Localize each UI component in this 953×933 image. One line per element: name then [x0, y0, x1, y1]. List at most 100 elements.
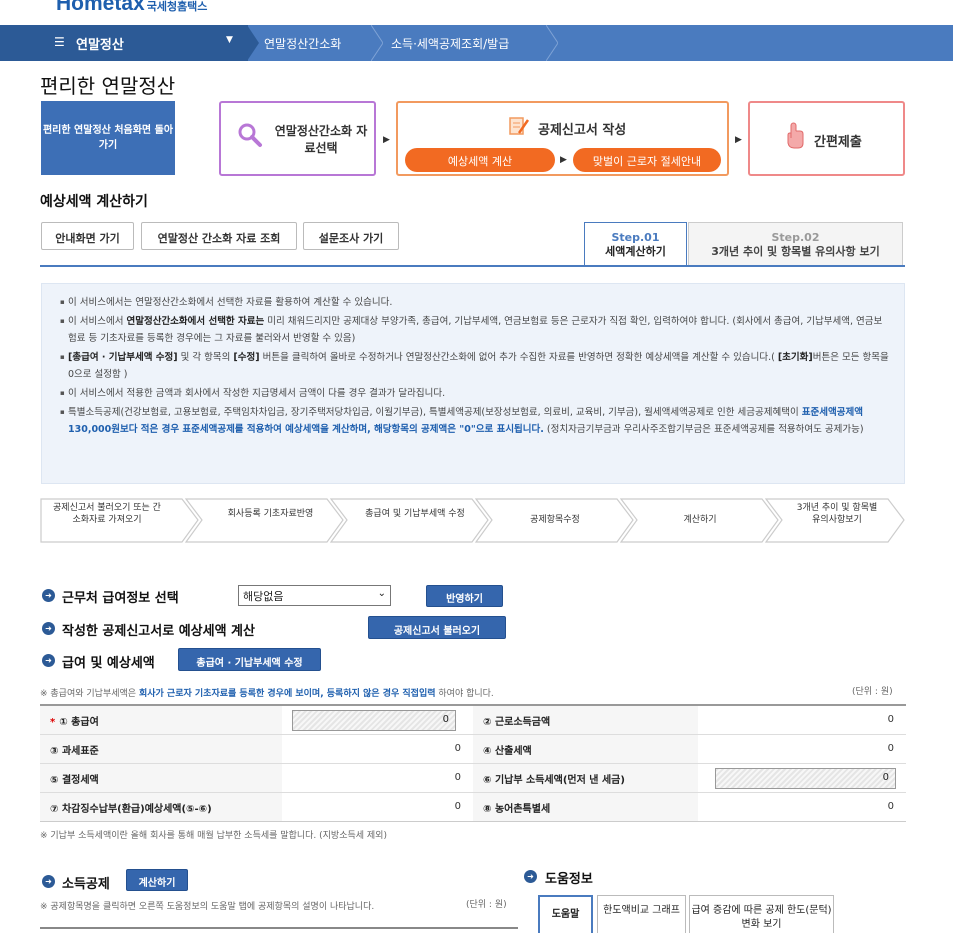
salary-note: ※ 총급여와 기납부세액은 회사가 근로자 기초자료를 등록한 경우에 보이며,…: [40, 689, 494, 699]
notice-item: 특별소득공제(건강보험료, 고용보험료, 주택임차차입금, 장기주택저당차입금,…: [60, 404, 890, 438]
nav-menu-dropdown[interactable]: ☰ 연말정산 ▼: [0, 25, 248, 61]
salary-title: 급여 및 예상세액: [62, 656, 155, 671]
edit-salary-tax-button[interactable]: 총급여 · 기납부세액 수정: [178, 648, 321, 671]
table-label: ⑦ 차감징수납부(환급)예상세액(⑤-⑥): [40, 793, 282, 821]
table-label: ③ 과세표준: [40, 735, 282, 763]
circle-arrow-icon: ➜: [42, 589, 55, 602]
table-row: * ① 총급여 0 ② 근로소득금액 0: [40, 706, 906, 735]
income-unit-label: (단위 : 원): [466, 900, 507, 910]
table-value: 0: [887, 743, 894, 754]
table-label: ⑥ 기납부 소득세액(먼저 낸 세금): [473, 764, 698, 792]
breadcrumb-item-2[interactable]: 소득·세액공제조회/발급: [391, 25, 509, 61]
tab-help[interactable]: 도움말: [538, 895, 593, 933]
arrow-right-icon: ▶: [735, 135, 742, 145]
tab-underline: [40, 265, 905, 267]
step-simplified-data-select[interactable]: 연말정산간소화 자료선택: [219, 101, 376, 176]
circle-arrow-icon: ➜: [42, 622, 55, 635]
step-simple-submit[interactable]: 간편제출: [748, 101, 905, 176]
process-step-3: 총급여 및 기납부세액 수정: [365, 509, 465, 519]
table-value: 0: [454, 801, 461, 812]
income-table-top-border: [40, 927, 518, 929]
unit-label: (단위 : 원): [852, 687, 893, 697]
process-step-5: 계산하기: [683, 515, 717, 525]
process-steps: 공제신고서 불러오기 또는 간소화자료 가져오기 회사등록 기초자료반영 총급여…: [40, 498, 906, 543]
work-select-title: 근무처 급여정보 선택: [62, 591, 179, 606]
income-deduction-title: 소득공제: [62, 877, 110, 892]
table-row: ⑤ 결정세액 0 ⑥ 기납부 소득세액(먼저 낸 세금) 0: [40, 764, 906, 793]
logo-brand: Hometax: [56, 0, 145, 15]
tab-label: 세액계산하기: [605, 245, 666, 258]
top-nav-bar: ☰ 연말정산 ▼ 연말정산간소화 소득·세액공제조회/발급: [0, 25, 953, 61]
step-box3-label: 간편제출: [814, 135, 862, 150]
apply-button[interactable]: 반영하기: [426, 585, 503, 607]
step-deduction-form-write: 공제신고서 작성 예상세액 계산 ▶ 맞벌이 근로자 절세안내: [396, 101, 729, 176]
income-note: ※ 공제항목명을 클릭하면 오른쪽 도움정보의 도움말 탭에 공제항목의 설명이…: [40, 902, 375, 912]
tab-step-label: Step.02: [771, 231, 820, 244]
tab-limit-graph[interactable]: 한도액비교 그래프: [597, 895, 686, 933]
hand-pointer-icon: [787, 122, 804, 149]
section-title-expected-tax: 예상세액 계산하기: [40, 194, 148, 210]
tab-label: 3개년 추이 및 항목별 유의사항 보기: [711, 245, 880, 258]
notice-item: [총급여 · 기납부세액 수정] 및 각 항목의 [수정] 버튼을 클릭하여 올…: [60, 349, 890, 383]
breadcrumb-item-1[interactable]: 연말정산간소화: [264, 25, 341, 61]
step-box1-label: 연말정산간소화 자료선택: [274, 124, 368, 155]
process-step-2: 회사등록 기초자료반영: [227, 509, 314, 519]
draft-calc-title: 작성한 공제신고서로 예상세액 계산: [62, 624, 255, 639]
survey-button[interactable]: 설문조사 가기: [303, 222, 399, 250]
arrow-right-icon: ▶: [383, 135, 390, 145]
circle-arrow-icon: ➜: [42, 654, 55, 667]
form-pen-icon: [509, 117, 530, 135]
breadcrumb-separator-icon: [546, 25, 558, 61]
guide-screen-button[interactable]: 안내화면 가기: [41, 222, 134, 250]
back-to-start-button[interactable]: 편리한 연말정산 처음화면 돌아가기: [41, 101, 175, 175]
chevron-down-icon: ⌄: [377, 588, 386, 599]
table-note: ※ 기납부 소득세액이란 올해 회사를 통해 매월 납부한 소득세를 말합니다.…: [40, 831, 387, 841]
circle-arrow-icon: ➜: [524, 870, 537, 883]
tab-threshold-change[interactable]: 급여 증감에 따른 공제 한도(문턱) 변화 보기: [689, 895, 834, 933]
circle-arrow-icon: ➜: [42, 875, 55, 888]
table-value: 0: [887, 801, 894, 812]
table-value: 0: [454, 743, 461, 754]
load-deduction-form-button[interactable]: 공제신고서 불러오기: [368, 616, 506, 639]
process-step-4: 공제항목수정: [530, 515, 580, 525]
step-box2-label: 공제신고서 작성: [538, 123, 627, 138]
total-salary-input[interactable]: 0: [292, 710, 456, 731]
magnifier-icon: [238, 123, 262, 147]
table-row: ⑦ 차감징수납부(환급)예상세액(⑤-⑥) 0 ⑧ 농어촌특별세 0: [40, 793, 906, 822]
workplace-select-value: 해당없음: [243, 590, 284, 603]
page-title: 편리한 연말정산: [40, 74, 176, 98]
simplified-data-lookup-button[interactable]: 연말정산 간소화 자료 조회: [141, 222, 297, 250]
process-arrows-graphic: [40, 498, 905, 543]
logo-sub: 국세청홈택스: [146, 1, 208, 13]
hometax-logo[interactable]: Hometax 국세청홈택스: [56, 0, 208, 15]
dual-income-guide-pill[interactable]: 맞벌이 근로자 절세안내: [573, 148, 721, 172]
table-label: ④ 산출세액: [473, 735, 698, 763]
breadcrumb-separator-icon: [247, 25, 259, 61]
hamburger-icon: ☰: [54, 35, 65, 49]
expected-tax-calc-pill[interactable]: 예상세액 계산: [405, 148, 555, 172]
caret-down-icon: ▼: [226, 35, 233, 45]
notice-item: 이 서비스에서는 연말정산간소화에서 선택한 자료를 활용하여 계산할 수 있습…: [60, 294, 890, 311]
nav-menu-label: 연말정산: [76, 38, 124, 53]
notice-box: 이 서비스에서는 연말정산간소화에서 선택한 자료를 활용하여 계산할 수 있습…: [41, 283, 905, 484]
prepaid-tax-input[interactable]: 0: [715, 768, 896, 789]
process-step-6: 3개년 추이 및 항목별 유의사항보기: [796, 503, 878, 525]
process-step-1: 공제신고서 불러오기 또는 간소화자료 가져오기: [53, 503, 161, 525]
table-row: ③ 과세표준 0 ④ 산출세액 0: [40, 735, 906, 764]
table-label: ⑧ 농어촌특별세: [473, 793, 698, 821]
table-value: 0: [887, 714, 894, 725]
tab-step-label: Step.01: [611, 231, 660, 244]
help-info-title: 도움정보: [545, 872, 593, 887]
calculate-button[interactable]: 계산하기: [126, 869, 188, 891]
salary-tax-table: * ① 총급여 0 ② 근로소득금액 0 ③ 과세표준 0 ④ 산출세액 0 ⑤ …: [40, 704, 906, 822]
table-value: 0: [454, 772, 461, 783]
notice-item: 이 서비스에서 연말정산간소화에서 선택한 자료는 미리 채워드리지만 공제대상…: [60, 313, 890, 347]
notice-item: 이 서비스에서 적용한 금액과 회사에서 작성한 지급명세서 금액이 다를 경우…: [60, 385, 890, 402]
table-label: ② 근로소득금액: [473, 706, 698, 734]
tab-step2-trend[interactable]: Step.02 3개년 추이 및 항목별 유의사항 보기: [688, 222, 903, 266]
workplace-select[interactable]: 해당없음 ⌄: [238, 585, 391, 606]
tab-step1-calc[interactable]: Step.01 세액계산하기: [584, 222, 687, 266]
arrow-right-icon: ▶: [560, 155, 567, 165]
table-label: ⑤ 결정세액: [40, 764, 282, 792]
table-label: * ① 총급여: [40, 706, 282, 734]
